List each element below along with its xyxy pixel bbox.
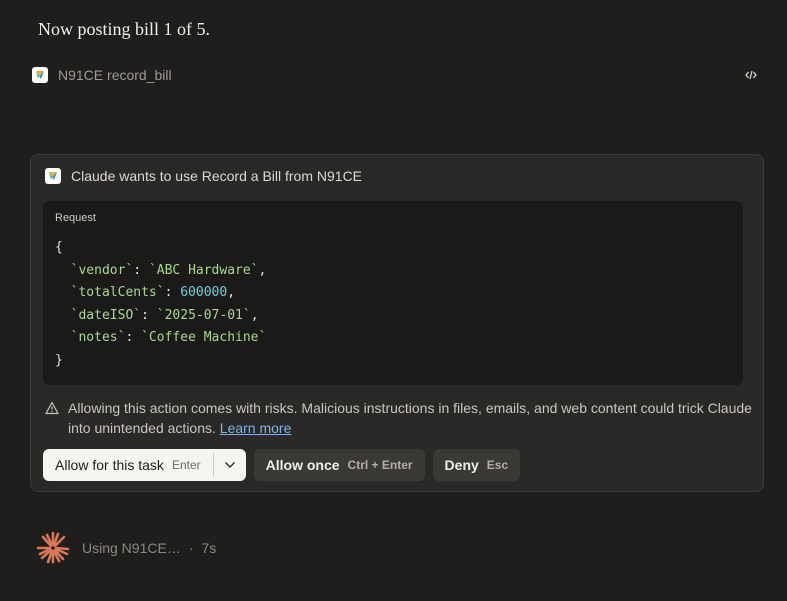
json-key-totalcents: `totalCents` [70, 285, 165, 301]
request-label: Request [55, 212, 96, 224]
n91ce-logo-icon [45, 168, 61, 184]
status-separator: · [188, 540, 194, 556]
status-text: Using N91CE… [82, 540, 181, 556]
json-key-dateiso: `dateISO` [70, 307, 142, 323]
json-value-totalcents: 600000 [180, 285, 228, 301]
risk-warning: Allowing this action comes with risks. M… [45, 398, 755, 438]
json-value-vendor: `ABC Hardware` [148, 262, 259, 278]
status-row: Using N91CE… · 7s [36, 531, 217, 564]
deny-button[interactable]: Deny Esc [432, 449, 521, 481]
request-panel: Request { `vendor`: `ABC Hardware`, `tot… [43, 201, 743, 385]
claude-spark-icon [36, 531, 70, 564]
json-open-brace: { [55, 240, 63, 255]
chevron-down-icon [224, 462, 235, 468]
deny-shortcut: Esc [486, 458, 509, 472]
request-json: { `vendor`: `ABC Hardware`, `totalCents`… [55, 240, 267, 368]
allow-task-shortcut: Enter [171, 458, 201, 472]
allow-options-dropdown[interactable] [214, 449, 246, 481]
tool-server-name: N91CE [58, 67, 104, 83]
json-key-notes: `notes` [70, 330, 126, 346]
permission-title: Claude wants to use Record a Bill from N… [71, 168, 363, 184]
tool-call-row[interactable]: N91CE record_bill [32, 66, 760, 84]
tool-function-name: record_bill [107, 67, 172, 83]
json-value-notes: `Coffee Machine` [141, 330, 267, 346]
n91ce-logo-icon [32, 67, 48, 83]
allow-once-button[interactable]: Allow once Ctrl + Enter [253, 449, 425, 481]
action-buttons: Allow for this task Enter Allow once Ctr… [43, 449, 521, 481]
allow-for-task-button[interactable]: Allow for this task Enter [43, 449, 213, 481]
json-key-vendor: `vendor` [70, 262, 134, 278]
json-close-brace: } [55, 352, 63, 368]
warning-icon [45, 401, 59, 415]
allow-for-task-button-group: Allow for this task Enter [43, 449, 246, 481]
code-icon[interactable] [742, 66, 760, 84]
message-heading: Now posting bill 1 of 5. [38, 19, 211, 39]
warning-text: Allowing this action comes with risks. M… [68, 400, 752, 436]
learn-more-link[interactable]: Learn more [220, 420, 292, 436]
permission-card: Claude wants to use Record a Bill from N… [30, 154, 764, 492]
allow-once-shortcut: Ctrl + Enter [347, 458, 413, 472]
elapsed-time: 7s [201, 540, 217, 556]
json-value-dateiso: `2025-07-01` [156, 307, 251, 323]
